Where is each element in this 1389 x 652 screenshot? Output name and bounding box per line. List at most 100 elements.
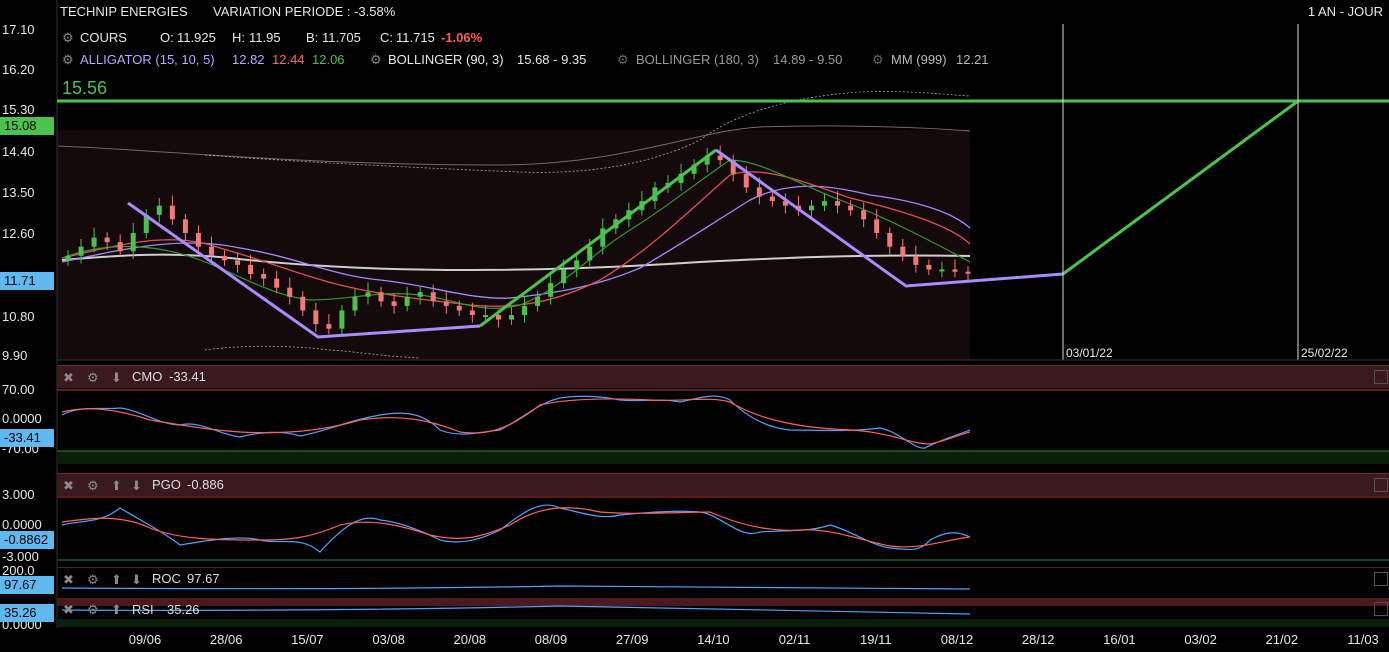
pgo-tag: -0.8862 xyxy=(0,531,54,549)
candle-body xyxy=(365,292,371,297)
alligator-label: ALLIGATOR (15, 10, 5) xyxy=(80,52,215,67)
candle-body xyxy=(287,287,293,297)
x-tick: 28/06 xyxy=(209,632,243,647)
candle-body xyxy=(508,315,514,320)
candle-body xyxy=(522,305,528,315)
x-tick: 16/01 xyxy=(1103,632,1136,647)
arrow-up-icon[interactable]: ⬆ xyxy=(111,478,122,494)
x-tick: 14/10 xyxy=(697,632,730,647)
candle-body xyxy=(117,242,123,252)
candle-body xyxy=(182,219,188,233)
candle-body xyxy=(235,260,241,265)
candle-body xyxy=(756,187,762,197)
candle-body xyxy=(378,292,384,302)
low-label: B: xyxy=(306,30,319,45)
y-tick: 9.90 xyxy=(2,348,28,363)
candle-body xyxy=(417,292,423,297)
candle-body xyxy=(482,315,488,317)
gear-icon[interactable]: ⚙ xyxy=(62,52,74,68)
arrow-down-icon[interactable]: ⬇ xyxy=(131,572,142,588)
x-tick: 19/11 xyxy=(860,632,892,647)
period-selector[interactable]: 1 AN - JOUR xyxy=(1308,4,1383,19)
candle-body xyxy=(861,210,867,220)
gear-icon[interactable]: ⚙ xyxy=(617,52,629,68)
candle-body xyxy=(913,255,919,265)
close-icon[interactable]: ✖ xyxy=(63,478,74,494)
candle-body xyxy=(300,296,306,311)
candle-body xyxy=(535,296,541,306)
arrow-down-icon[interactable]: ⬇ xyxy=(131,478,142,494)
candle-body xyxy=(808,205,814,211)
arrow-up-icon[interactable]: ⬆ xyxy=(111,602,122,618)
y-tick: 15.30 xyxy=(2,102,35,117)
candle-body xyxy=(91,237,97,247)
cmo-label: CMO xyxy=(132,369,163,384)
price-tag-last: 11.71 xyxy=(0,272,54,290)
checkbox[interactable] xyxy=(1374,370,1388,384)
pgo-signal xyxy=(61,507,971,548)
pgo-line xyxy=(61,504,971,553)
candle-body xyxy=(443,301,449,306)
gear-icon[interactable]: ⚙ xyxy=(62,30,74,46)
checkbox[interactable] xyxy=(1374,572,1388,586)
candle-body xyxy=(574,260,580,270)
date-marker-label: 25/02/22 xyxy=(1301,346,1348,360)
close-icon[interactable]: ✖ xyxy=(63,370,74,386)
bollinger-90-label: BOLLINGER (90, 3) xyxy=(388,52,504,67)
gear-icon[interactable]: ⚙ xyxy=(87,478,99,494)
x-tick: 09/06 xyxy=(128,632,162,647)
x-tick: 03/08 xyxy=(372,632,405,647)
candle-body xyxy=(743,173,749,188)
y-tick: 12.60 xyxy=(2,226,35,241)
candle-body xyxy=(952,269,958,272)
candle-body xyxy=(926,264,932,270)
roc-value: 97.67 xyxy=(187,571,220,586)
candle-body xyxy=(769,196,775,202)
rsi-value: 35.26 xyxy=(167,602,200,617)
close-icon[interactable]: ✖ xyxy=(63,572,74,588)
arrow-down-icon[interactable]: ⬇ xyxy=(111,370,122,386)
cmo-tag: -33.41 xyxy=(0,429,54,447)
gear-icon[interactable]: ⚙ xyxy=(370,52,382,68)
variation-periode: VARIATION PERIODE : -3.58% xyxy=(213,4,396,19)
candle-body xyxy=(900,246,906,256)
candle-body xyxy=(208,246,214,256)
pgo-value: -0.886 xyxy=(187,477,224,492)
arrow-up-icon[interactable]: ⬆ xyxy=(111,572,122,588)
x-tick: 20/08 xyxy=(453,632,487,647)
gear-icon[interactable]: ⚙ xyxy=(87,602,99,618)
candle-body xyxy=(469,310,475,315)
y-tick: 70.00 xyxy=(2,382,35,397)
candle-body xyxy=(848,205,854,211)
price-tag-green: 15.08 xyxy=(0,117,54,135)
close-icon[interactable]: ✖ xyxy=(63,602,74,618)
candle-body xyxy=(561,269,567,284)
checkbox[interactable] xyxy=(1374,602,1388,616)
roc-tag: 97.67 xyxy=(0,576,54,594)
gear-icon[interactable]: ⚙ xyxy=(872,52,884,68)
candle-body xyxy=(391,301,397,306)
price-chart[interactable] xyxy=(0,0,1389,652)
candle-body xyxy=(195,233,201,247)
y-tick: 16.20 xyxy=(2,62,35,77)
bollinger-90-value: 15.68 - 9.35 xyxy=(517,52,587,67)
cmo-line xyxy=(61,395,971,449)
gear-icon[interactable]: ⚙ xyxy=(87,572,99,588)
checkbox[interactable] xyxy=(1374,478,1388,492)
trendline-green-projection xyxy=(1062,99,1299,276)
candle-body xyxy=(104,237,110,243)
y-tick: 0.0000 xyxy=(2,411,42,426)
candle-body xyxy=(404,296,410,306)
candle-body xyxy=(717,155,723,161)
candle-body xyxy=(326,324,332,329)
cours-label: COURS xyxy=(80,30,127,45)
candle-body xyxy=(495,315,501,320)
rsi-tag: 35.26 xyxy=(0,604,54,622)
rsi-label: RSI xyxy=(132,602,154,617)
candle-body xyxy=(587,246,593,261)
candle-body xyxy=(65,255,71,261)
candle-body xyxy=(261,274,267,279)
y-tick: 10.80 xyxy=(2,309,35,324)
pgo-panel-header: ✖ ⚙ ⬆ ⬇ PGO -0.886 xyxy=(57,473,1389,496)
gear-icon[interactable]: ⚙ xyxy=(87,370,99,386)
